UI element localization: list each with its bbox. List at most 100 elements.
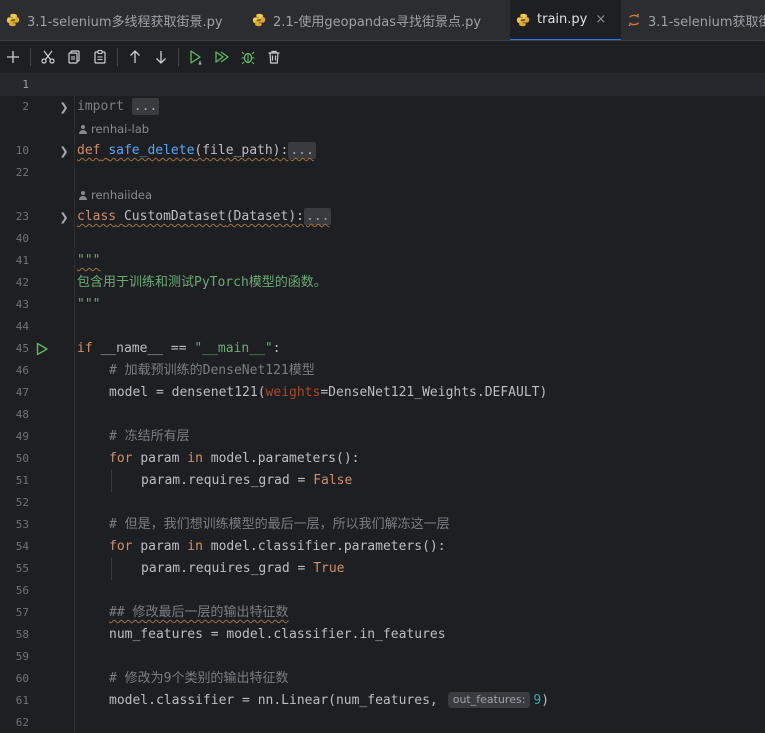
tab-label: train.py bbox=[537, 12, 588, 27]
line-number: 42 bbox=[15, 276, 29, 289]
python-icon bbox=[516, 13, 530, 26]
tab-train-py[interactable]: train.py × bbox=[510, 0, 621, 40]
code-line[interactable]: 10 ❯ def safe_delete(file_path):... bbox=[0, 140, 765, 162]
line-number: 53 bbox=[15, 518, 29, 531]
toolbar-divider bbox=[117, 48, 118, 66]
paste-cell-button[interactable] bbox=[87, 44, 113, 70]
line-number: 22 bbox=[15, 166, 29, 179]
code-line[interactable]: 52 bbox=[0, 492, 765, 514]
line-number: 46 bbox=[15, 364, 29, 377]
line-number: 45 bbox=[15, 342, 29, 355]
code-line[interactable]: 22 bbox=[0, 162, 765, 184]
code-text: param.requires_grad = True bbox=[141, 561, 345, 576]
tab-geopandas[interactable]: 2.1-使用geopandas寻找街景点.py bbox=[246, 0, 510, 40]
code-line[interactable]: 1 bbox=[0, 74, 765, 96]
add-icon bbox=[7, 51, 19, 63]
move-cell-down-button[interactable] bbox=[148, 44, 174, 70]
tab-label: 3.1-selenium获取街 bbox=[648, 14, 765, 30]
line-number: 47 bbox=[15, 386, 29, 399]
run-all-button[interactable] bbox=[209, 44, 235, 70]
code-line[interactable]: 57 ## 修改最后一层的输出特征数 bbox=[0, 602, 765, 624]
line-number: 54 bbox=[15, 540, 29, 553]
author-name: renhai-lab bbox=[91, 122, 150, 136]
line-number: 43 bbox=[15, 298, 29, 311]
code-line[interactable]: 56 bbox=[0, 580, 765, 602]
code-text: for param in model.classifier.parameters… bbox=[109, 539, 446, 554]
chevron-right-icon[interactable]: ❯ bbox=[58, 140, 70, 162]
line-number: 44 bbox=[15, 320, 29, 333]
debug-cell-button[interactable] bbox=[235, 44, 261, 70]
user-icon bbox=[79, 125, 87, 134]
code-line[interactable]: 46 # 加载预训练的DenseNet121模型 bbox=[0, 360, 765, 382]
delete-cell-button[interactable] bbox=[261, 44, 287, 70]
copy-cell-button[interactable] bbox=[61, 44, 87, 70]
code-text: """ bbox=[77, 297, 101, 312]
python-icon bbox=[252, 13, 266, 27]
line-number: 23 bbox=[15, 210, 29, 223]
code-vision-author: renhai-lab bbox=[0, 118, 765, 140]
code-line[interactable]: 55 param.requires_grad = True bbox=[0, 558, 765, 580]
code-text: # 冻结所有层 bbox=[109, 429, 190, 444]
code-line[interactable]: 42 包含用于训练和测试PyTorch模型的函数。 bbox=[0, 272, 765, 294]
tab-selenium-multithread[interactable]: 3.1-selenium多线程获取街景.py bbox=[0, 0, 246, 40]
tab-label: 2.1-使用geopandas寻找街景点.py bbox=[273, 14, 482, 30]
add-cell-button[interactable] bbox=[0, 44, 26, 70]
code-line[interactable]: 44 bbox=[0, 316, 765, 338]
code-line[interactable]: 43 """ bbox=[0, 294, 765, 316]
line-number: 57 bbox=[15, 606, 29, 619]
move-down-icon bbox=[156, 51, 166, 64]
code-line[interactable]: 61 model.classifier = nn.Linear(num_feat… bbox=[0, 690, 765, 712]
code-text: for param in model.parameters(): bbox=[109, 451, 360, 466]
code-text: model.classifier = nn.Linear(num_feature… bbox=[109, 692, 550, 708]
code-editor[interactable]: 1 2 ❯ import ... renhai-lab 10 ❯ def saf… bbox=[0, 74, 765, 733]
code-line[interactable]: 50 for param in model.parameters(): bbox=[0, 448, 765, 470]
parameter-hint: out_features: bbox=[447, 692, 531, 708]
author-name: renhaiidea bbox=[91, 188, 152, 202]
run-cell-button[interactable] bbox=[183, 44, 209, 70]
code-line[interactable]: 62 bbox=[0, 712, 765, 733]
line-number: 41 bbox=[15, 254, 29, 267]
paste-icon bbox=[94, 49, 106, 64]
indent-guide bbox=[111, 558, 112, 580]
line-number: 51 bbox=[15, 474, 29, 487]
code-line[interactable]: 2 ❯ import ... bbox=[0, 96, 765, 118]
line-number: 62 bbox=[15, 716, 29, 729]
user-icon bbox=[79, 191, 87, 200]
line-number: 40 bbox=[15, 232, 29, 245]
line-number: 58 bbox=[15, 628, 29, 641]
code-line[interactable]: 49 # 冻结所有层 bbox=[0, 426, 765, 448]
code-line[interactable]: 23 ❯ class CustomDataset(Dataset):... bbox=[0, 206, 765, 228]
cut-cell-button[interactable] bbox=[35, 44, 61, 70]
chevron-right-icon[interactable]: ❯ bbox=[58, 206, 70, 228]
code-line[interactable]: 54 for param in model.classifier.paramet… bbox=[0, 536, 765, 558]
tab-label: 3.1-selenium多线程获取街景.py bbox=[27, 14, 223, 30]
code-text: ## 修改最后一层的输出特征数 bbox=[109, 605, 289, 620]
code-line[interactable]: 41 """ bbox=[0, 250, 765, 272]
code-line[interactable]: 47 model = densenet121(weights=DenseNet1… bbox=[0, 382, 765, 404]
indent-guide bbox=[111, 470, 112, 492]
code-line[interactable]: 48 bbox=[0, 404, 765, 426]
run-icon[interactable] bbox=[35, 342, 49, 356]
move-cell-up-button[interactable] bbox=[122, 44, 148, 70]
code-line[interactable]: 60 # 修改为9个类别的输出特征数 bbox=[0, 668, 765, 690]
code-line[interactable]: 53 # 但是，我们想训练模型的最后一层，所以我们解冻这一层 bbox=[0, 514, 765, 536]
code-line[interactable]: 58 num_features = model.classifier.in_fe… bbox=[0, 624, 765, 646]
code-line[interactable]: 40 bbox=[0, 228, 765, 250]
close-icon[interactable]: × bbox=[595, 12, 606, 27]
delete-icon bbox=[268, 50, 280, 64]
tab-selenium-notebook[interactable]: 3.1-selenium获取街 bbox=[621, 0, 765, 40]
line-number: 56 bbox=[15, 584, 29, 597]
code-line[interactable]: 45 if __name__ == "__main__": bbox=[0, 338, 765, 360]
code-text: num_features = model.classifier.in_featu… bbox=[109, 627, 446, 642]
debug-icon bbox=[241, 51, 255, 65]
line-number: 50 bbox=[15, 452, 29, 465]
code-text: def safe_delete(file_path):... bbox=[77, 142, 316, 159]
chevron-right-icon[interactable]: ❯ bbox=[58, 96, 70, 118]
code-text: # 修改为9个类别的输出特征数 bbox=[109, 671, 289, 686]
code-line[interactable]: 51 param.requires_grad = False bbox=[0, 470, 765, 492]
code-text: if __name__ == "__main__": bbox=[77, 341, 281, 356]
toolbar-divider bbox=[30, 48, 31, 66]
code-line[interactable]: 59 bbox=[0, 646, 765, 668]
code-vision-author: renhaiidea bbox=[0, 184, 765, 206]
line-number: 52 bbox=[15, 496, 29, 509]
